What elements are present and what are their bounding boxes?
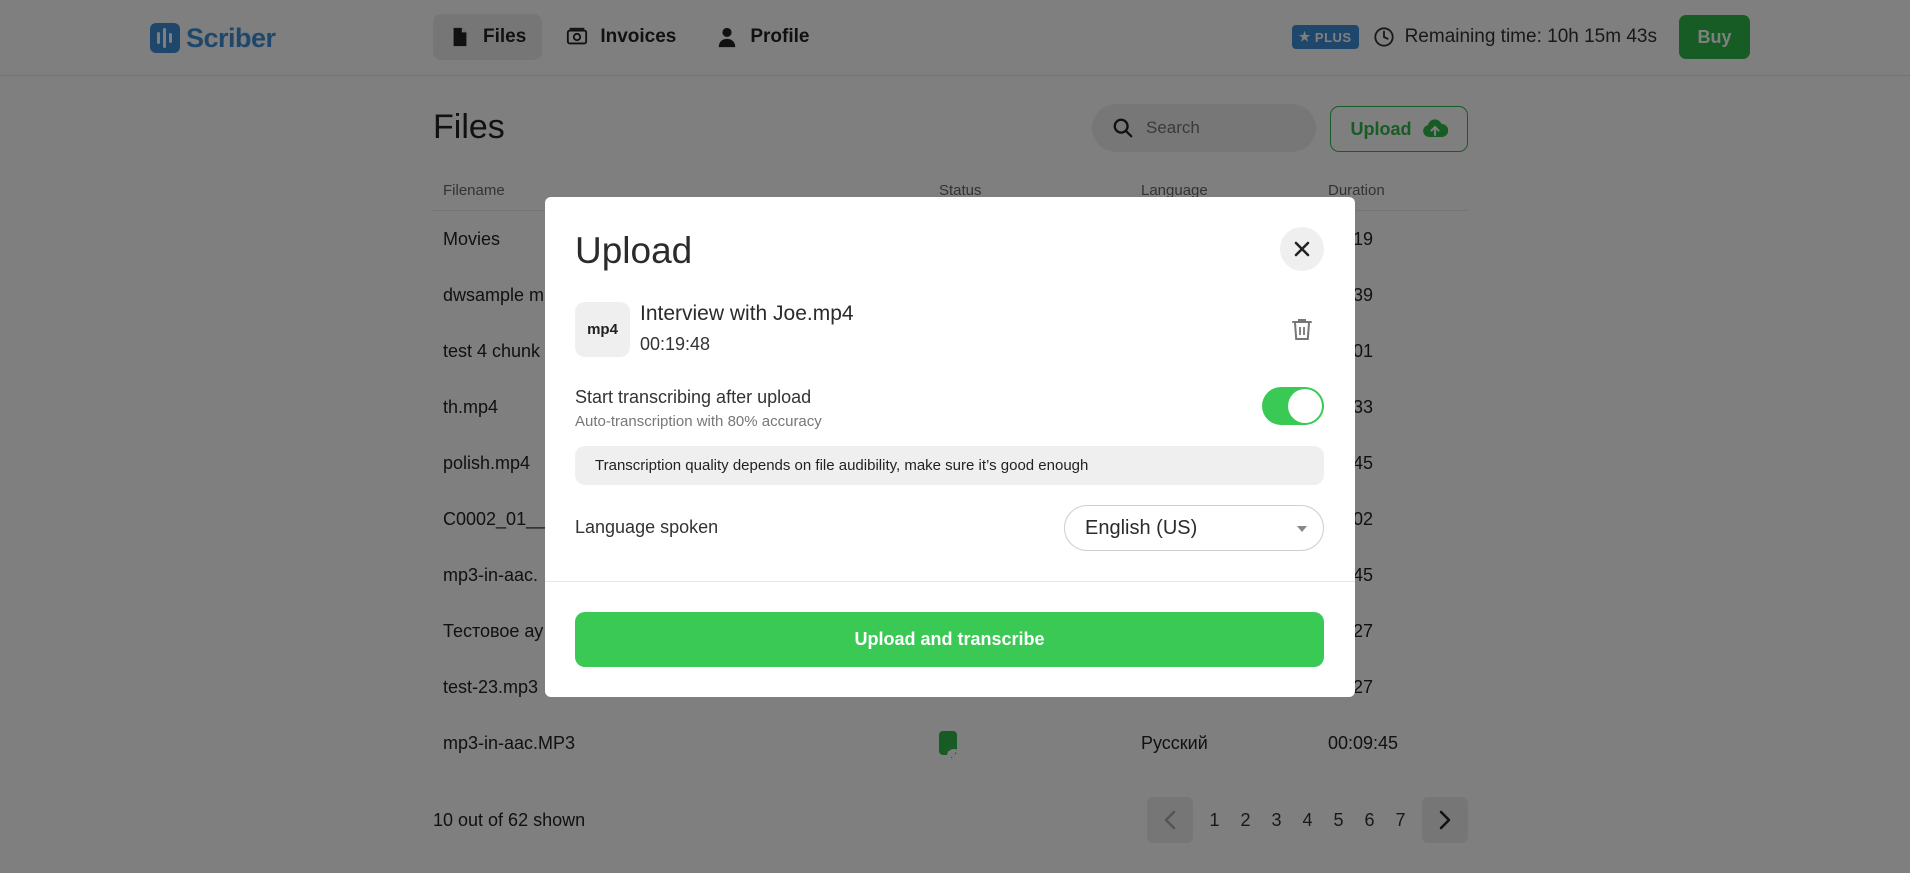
auto-transcribe-label: Start transcribing after upload xyxy=(575,387,812,407)
language-select[interactable]: English (US) xyxy=(1064,505,1324,551)
auto-transcribe-toggle[interactable] xyxy=(1262,387,1324,425)
modal-divider xyxy=(545,581,1355,582)
file-duration: 00:19:48 xyxy=(640,334,711,354)
trash-icon[interactable] xyxy=(1291,317,1313,341)
caret-down-icon xyxy=(1297,526,1307,532)
close-icon xyxy=(1294,241,1310,257)
upload-modal: Upload mp4 Interview with Joe.mp4 00:19:… xyxy=(545,197,1355,697)
toggle-knob xyxy=(1288,389,1322,423)
language-label: Language spoken xyxy=(575,517,719,537)
quality-notice: Transcription quality depends on file au… xyxy=(575,446,1324,485)
upload-and-transcribe-button[interactable]: Upload and transcribe xyxy=(575,612,1324,667)
file-name: Interview with Joe.mp4 xyxy=(640,302,854,325)
file-type-icon: mp4 xyxy=(575,302,630,357)
modal-title: Upload xyxy=(575,230,693,271)
auto-transcribe-sublabel: Auto-transcription with 80% accuracy xyxy=(575,413,822,430)
language-value: English (US) xyxy=(1085,516,1198,539)
close-button[interactable] xyxy=(1280,227,1324,271)
